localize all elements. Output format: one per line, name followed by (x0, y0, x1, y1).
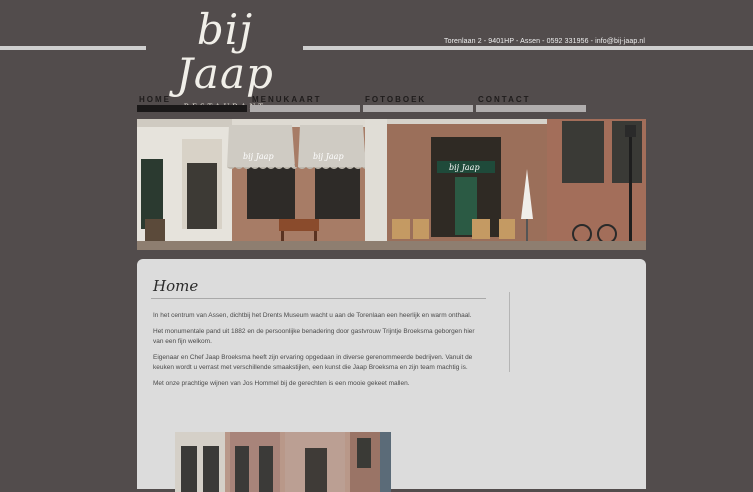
main-content-panel: Home In het centrum van Assen, dichtbij … (137, 259, 646, 492)
nav-bar (137, 105, 247, 112)
awning-text-right: bij Jaap (313, 152, 344, 161)
awning-text-left: bij Jaap (243, 152, 274, 161)
contact-info: Torenlaan 2 - 9401HP - Assen - 0592 3319… (444, 38, 646, 45)
door-sign-text: bij Jaap (449, 163, 480, 172)
paragraph: In het centrum van Assen, dichtbij het D… (153, 312, 472, 319)
building-photo-illustration (175, 432, 391, 492)
site-logo[interactable]: bij Jaap RESTAURANT (150, 8, 300, 112)
logo-wordmark: bij Jaap (176, 5, 274, 98)
nav-label: FOTOBOEK (365, 95, 427, 104)
restaurant-banner-photo: bij Jaap bij Jaap bij Jaap (137, 119, 646, 250)
column-divider (509, 292, 510, 372)
nav-label: HOME (139, 95, 171, 104)
title-divider (151, 298, 486, 299)
header-rule-right (303, 46, 753, 50)
nav-item-home[interactable]: HOME (137, 95, 247, 113)
nav-item-menukaart[interactable]: MENUKAART (250, 95, 360, 113)
paragraph: Eigenaar en Chef Jaap Broeksma heeft zij… (153, 354, 473, 371)
main-nav: HOME MENUKAART FOTOBOEK CONTACT (137, 95, 597, 115)
intro-text: In het centrum van Assen, dichtbij het D… (153, 311, 483, 395)
restaurant-facade-illustration: bij Jaap bij Jaap bij Jaap (137, 119, 646, 250)
paragraph: Het monumentale pand uit 1882 en de pers… (153, 328, 475, 345)
page-title: Home (153, 277, 199, 295)
nav-label: CONTACT (478, 95, 531, 104)
header-rule-left (0, 46, 146, 50)
paragraph: Met onze prachtige wijnen van Jos Hommel… (153, 380, 410, 387)
nav-label: MENUKAART (252, 95, 322, 104)
nav-item-contact[interactable]: CONTACT (476, 95, 586, 113)
nav-item-fotoboek[interactable]: FOTOBOEK (363, 95, 473, 113)
nav-bar (363, 105, 473, 112)
nav-bar (476, 105, 586, 112)
nav-bar (250, 105, 360, 112)
restaurant-photo (175, 432, 391, 492)
